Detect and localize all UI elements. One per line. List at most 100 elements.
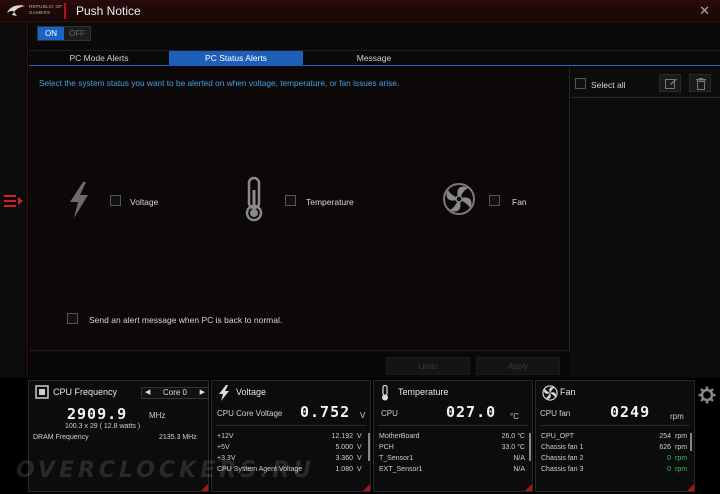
temperature-row: T_Sensor1 N/A: [379, 455, 527, 462]
widget-corner: [687, 484, 694, 491]
temperature-row: PCH 33.0 °C: [379, 444, 527, 451]
fan-widget: Fan CPU fan 0249 rpm CPU_OPT 254 rpm Cha…: [535, 380, 695, 492]
row-value: 0: [667, 455, 671, 462]
close-button[interactable]: ✕: [699, 3, 710, 19]
fan-scrollbar[interactable]: [690, 433, 692, 451]
cpu-fan-label: CPU fan: [540, 409, 571, 418]
voltage-checkbox[interactable]: [110, 195, 121, 206]
edit-button[interactable]: [659, 74, 681, 92]
row-name: EXT_Sensor1: [379, 466, 423, 473]
thermometer-icon: [382, 385, 388, 401]
row-unit: rpm: [675, 433, 688, 440]
select-all-label: Select all: [591, 80, 626, 90]
fan-icon: [542, 385, 558, 401]
gear-icon[interactable]: [698, 386, 716, 404]
temperature-checkbox[interactable]: [285, 195, 296, 206]
row-name: MotherBoard: [379, 433, 420, 440]
fan-row: Chassis fan 2 0 rpm: [541, 455, 689, 462]
temperature-label: Temperature: [306, 197, 354, 207]
tab-pc-mode-alerts[interactable]: PC Mode Alerts: [29, 51, 169, 66]
temperature-row: MotherBoard 26.0 °C: [379, 433, 527, 440]
widget-divider: [540, 425, 690, 426]
fan-title: Fan: [560, 387, 576, 397]
temperature-scrollbar[interactable]: [529, 433, 531, 461]
temperature-row: EXT_Sensor1 N/A: [379, 466, 527, 473]
menu-toggle-icon[interactable]: [4, 194, 24, 208]
cpu-temperature-value: 027.0: [446, 403, 497, 421]
row-value: 33.0 °C: [501, 444, 525, 451]
row-value: 626: [659, 444, 671, 451]
row-unit: rpm: [675, 455, 688, 462]
description-text: Select the system status you want to be …: [39, 78, 400, 88]
select-all-checkbox[interactable]: [575, 78, 586, 89]
row-name: Chassis fan 1: [541, 444, 584, 451]
row-unit: rpm: [675, 466, 688, 473]
window-title: Push Notice: [76, 4, 141, 18]
on-off-toggle[interactable]: ON OFF: [37, 26, 91, 41]
row-unit: V: [357, 444, 362, 451]
dram-frequency-label: DRAM Frequency: [33, 434, 89, 441]
row-value: 12.192: [331, 433, 353, 440]
cpu-fan-value: 0249: [610, 403, 651, 421]
core-value: Core 0: [162, 388, 187, 397]
widget-corner: [363, 484, 370, 491]
voltage-row: +12V 12.192 V: [217, 433, 365, 440]
core-selector[interactable]: ◀ Core 0 ▶: [141, 387, 209, 399]
rog-logo-icon: [7, 5, 25, 16]
fan-row: Chassis fan 1 626 rpm: [541, 444, 689, 451]
row-value: 26.0 °C: [501, 433, 525, 440]
toggle-off[interactable]: OFF: [64, 27, 90, 40]
voltage-title: Voltage: [236, 387, 267, 397]
tab-pc-status-alerts[interactable]: PC Status Alerts: [169, 51, 303, 66]
row-name: T_Sensor1: [379, 455, 414, 462]
fan-row: CPU_OPT 254 rpm: [541, 433, 689, 440]
undo-button[interactable]: Undo: [386, 357, 470, 375]
row-name: CPU_OPT: [541, 433, 575, 440]
toggle-on[interactable]: ON: [38, 27, 64, 40]
cpu-core-voltage-value: 0.752: [300, 403, 351, 421]
row-value: 1.080: [335, 466, 353, 473]
cpu-fan-unit: rpm: [670, 412, 684, 421]
row-value: 254: [659, 433, 671, 440]
cpu-temperature-label: CPU: [381, 409, 398, 418]
delete-button[interactable]: [689, 74, 711, 92]
main-panel: ON OFF PC Mode Alerts PC Status Alerts M…: [29, 22, 720, 378]
voltage-label: Voltage: [130, 197, 159, 207]
row-name: Chassis fan 2: [541, 455, 584, 462]
cpu-core-voltage-label: CPU Core Voltage: [217, 409, 283, 418]
row-name: +12V: [217, 433, 234, 440]
voltage-scrollbar[interactable]: [368, 433, 370, 461]
cpu-frequency-unit: MHz: [149, 411, 166, 420]
widget-corner: [525, 484, 532, 491]
left-sidebar: [0, 22, 28, 378]
row-unit: rpm: [675, 444, 688, 451]
title-separator: [64, 3, 66, 19]
action-bar: Undo Apply: [29, 350, 570, 378]
watermark: OVERCLOCKERS.RU: [16, 458, 316, 483]
row-value: N/A: [513, 466, 525, 473]
widget-corner: [201, 484, 208, 491]
voltage-row: +5V 5.000 V: [217, 444, 365, 451]
cpu-frequency-detail: 100.3 x 29 ( 12.8 watts ): [65, 423, 141, 430]
row-value: 3.360: [335, 455, 353, 462]
row-unit: V: [357, 466, 362, 473]
normal-alert-checkbox[interactable]: [67, 313, 78, 324]
apply-button[interactable]: Apply: [476, 357, 560, 375]
lightning-icon: [219, 385, 229, 401]
fan-checkbox[interactable]: [489, 195, 500, 206]
fan-icon: [443, 183, 475, 215]
fan-row: Chassis fan 3 0 rpm: [541, 466, 689, 473]
fan-label: Fan: [512, 197, 527, 207]
core-prev-icon[interactable]: ◀: [145, 388, 150, 398]
row-value: N/A: [513, 455, 525, 462]
cpu-temperature-unit: °C: [510, 412, 519, 421]
tab-message[interactable]: Message: [303, 51, 445, 66]
row-unit: V: [357, 433, 362, 440]
core-next-icon[interactable]: ▶: [200, 388, 205, 398]
alert-list-header: Select all: [571, 68, 720, 98]
widget-divider: [216, 425, 366, 426]
temperature-widget: Temperature CPU 027.0 °C MotherBoard 26.…: [373, 380, 533, 492]
brand-line-2: GAMERS: [29, 10, 51, 15]
cpu-chip-icon: [35, 385, 49, 399]
alert-list-panel: Select all: [571, 68, 720, 378]
